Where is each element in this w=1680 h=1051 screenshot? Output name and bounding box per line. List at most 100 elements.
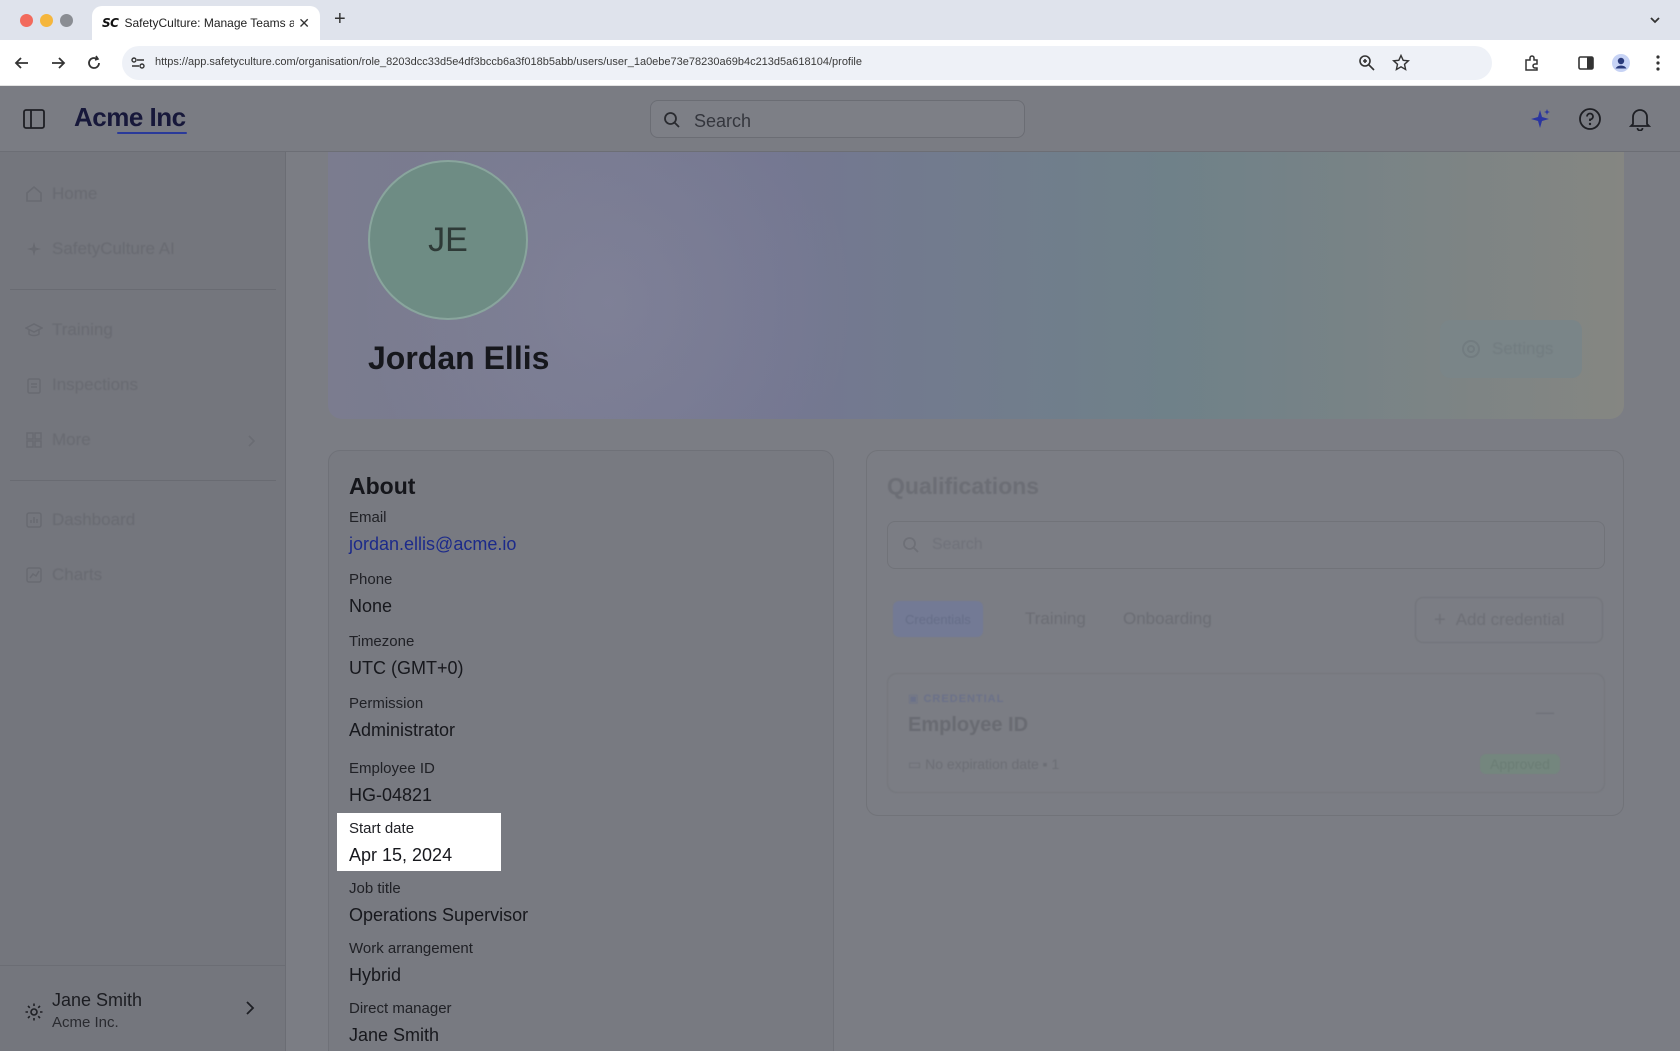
sidebar-item-label: Dashboard	[52, 510, 136, 529]
credential-icon: ▣	[908, 693, 924, 705]
profile-avatar-icon[interactable]	[1609, 51, 1633, 75]
tab-close-icon[interactable]: ✕	[298, 15, 310, 32]
address-bar[interactable]: https://app.safetyculture.com/organisati…	[122, 46, 1492, 80]
sidebar-item-inspections[interactable]: Inspections	[24, 373, 138, 397]
app-header: Acme Inc Search	[0, 86, 1680, 152]
notifications-bell-icon[interactable]	[1627, 106, 1653, 132]
tab-search-button[interactable]	[1642, 8, 1668, 32]
job-title-label: Job title	[349, 880, 401, 897]
dashboard-icon	[24, 510, 44, 530]
help-icon[interactable]	[1577, 106, 1603, 132]
status-badge: Approved	[1480, 754, 1560, 774]
permission-value: Administrator	[349, 720, 456, 740]
sidebar-item-label: More	[52, 430, 91, 449]
qualifications-search-input[interactable]: Search	[887, 521, 1605, 569]
sidebar-item-home[interactable]: Home	[24, 182, 97, 206]
sidebar-item-more[interactable]: More	[24, 428, 91, 452]
sparkle-icon	[24, 239, 44, 259]
employee-id-value: HG-04821	[349, 785, 433, 805]
global-search-input[interactable]: Search	[650, 100, 1025, 138]
sidebar-item-training[interactable]: Training	[24, 318, 113, 342]
browser-toolbar: https://app.safetyculture.com/organisati…	[0, 40, 1680, 86]
zoom-icon[interactable]	[1358, 54, 1376, 72]
sidebar-item-dashboard[interactable]: Dashboard	[24, 508, 135, 532]
settings-button[interactable]: Settings	[1440, 320, 1582, 378]
add-credential-label: Add credential	[1455, 610, 1565, 629]
ai-sparkle-icon[interactable]	[1527, 106, 1553, 132]
phone-value: None	[349, 596, 393, 616]
user-organization: Acme Inc.	[52, 1014, 119, 1031]
credential-card[interactable]: ▣ CREDENTIAL Employee ID ▭ No expiration…	[887, 673, 1605, 793]
qualifications-search-placeholder: Search	[932, 536, 983, 553]
phone-label: Phone	[349, 571, 393, 588]
direct-manager-value: Jane Smith	[349, 1025, 440, 1045]
user-name: Jane Smith	[52, 990, 143, 1010]
qualifications-card: Qualifications Search Credentials Traini…	[866, 450, 1624, 816]
sidebar-item-label: Inspections	[52, 375, 138, 394]
credential-more-button[interactable]: —	[1536, 702, 1554, 723]
home-icon	[24, 184, 44, 204]
sidebar-item-label: SafetyCulture AI	[52, 239, 175, 258]
credential-name: Employee ID	[908, 714, 1029, 736]
chevron-right-icon	[246, 1001, 255, 1015]
browser-tab-bar: SC SafetyCulture: Manage Teams and... ✕ …	[0, 0, 1680, 40]
back-button[interactable]	[10, 51, 34, 75]
credential-meta: ▭ No expiration date ▪ 1	[908, 756, 1059, 773]
about-title: About	[349, 473, 416, 499]
extensions-icon[interactable]	[1520, 51, 1544, 75]
timezone-label: Timezone	[349, 633, 415, 650]
start-date-label: Start date	[349, 820, 415, 837]
qualifications-title: Qualifications	[887, 473, 1040, 499]
maximize-window-button[interactable]	[60, 14, 73, 27]
search-placeholder: Search	[694, 111, 752, 131]
chevron-down-icon	[1650, 17, 1660, 24]
sidebar-item-label: Training	[52, 320, 113, 339]
bookmark-star-icon[interactable]	[1392, 54, 1410, 72]
sidebar-toggle-icon[interactable]	[22, 108, 46, 130]
tab-credentials[interactable]: Credentials	[893, 601, 983, 637]
gear-icon	[25, 1003, 43, 1021]
gear-icon	[1462, 340, 1480, 358]
search-icon	[664, 112, 680, 128]
sidebar-item-safetyculture-ai[interactable]: SafetyCulture AI	[24, 237, 175, 261]
site-settings-icon[interactable]	[130, 55, 146, 71]
tab-onboarding[interactable]: Onboarding	[1123, 601, 1212, 637]
job-title-value: Operations Supervisor	[349, 905, 529, 925]
work-arrangement-label: Work arrangement	[349, 940, 473, 957]
clipboard-icon	[24, 375, 44, 395]
sidebar: Home SafetyCulture AI Training Inspectio…	[0, 152, 286, 1051]
timezone-value: UTC (GMT+0)	[349, 658, 464, 678]
forward-button[interactable]	[46, 51, 70, 75]
browser-tab[interactable]: SC SafetyCulture: Manage Teams and... ✕	[92, 6, 320, 40]
profile-banner: JE Jordan Ellis Settings	[328, 152, 1624, 419]
safetyculture-favicon-icon: SC	[102, 16, 119, 30]
tab-training[interactable]: Training	[1025, 601, 1086, 637]
reload-button[interactable]	[82, 51, 106, 75]
sidebar-item-charts[interactable]: Charts	[24, 563, 102, 587]
sidebar-divider	[10, 480, 276, 481]
avatar: JE	[368, 160, 528, 320]
reload-icon	[88, 55, 100, 69]
chart-icon	[24, 565, 44, 585]
side-panel-icon[interactable]	[1574, 51, 1598, 75]
tab-title: SafetyCulture: Manage Teams and...	[124, 16, 295, 30]
credential-attachment-count: 1	[1051, 756, 1060, 772]
credential-tag: ▣ CREDENTIAL	[908, 692, 1004, 705]
search-icon	[903, 537, 919, 553]
brand-logo[interactable]: Acme Inc	[74, 102, 186, 133]
direct-manager-label: Direct manager	[349, 1000, 452, 1017]
brand-underline	[117, 132, 187, 134]
work-arrangement-value: Hybrid	[349, 965, 402, 985]
sidebar-item-label: Charts	[52, 565, 103, 584]
email-link[interactable]: jordan.ellis@acme.io	[349, 534, 516, 555]
close-window-button[interactable]	[20, 14, 33, 27]
new-tab-button[interactable]: +	[334, 8, 346, 31]
browser-menu-icon[interactable]	[1646, 51, 1670, 75]
sidebar-divider	[10, 289, 276, 290]
minimize-window-button[interactable]	[40, 14, 53, 27]
chevron-right-icon	[248, 435, 256, 447]
sidebar-user-menu[interactable]: Jane Smith Acme Inc.	[0, 965, 286, 1051]
add-credential-button[interactable]: + Add credential	[1415, 597, 1603, 643]
employee-id-label: Employee ID	[349, 760, 435, 777]
arrow-right-icon	[52, 57, 66, 69]
